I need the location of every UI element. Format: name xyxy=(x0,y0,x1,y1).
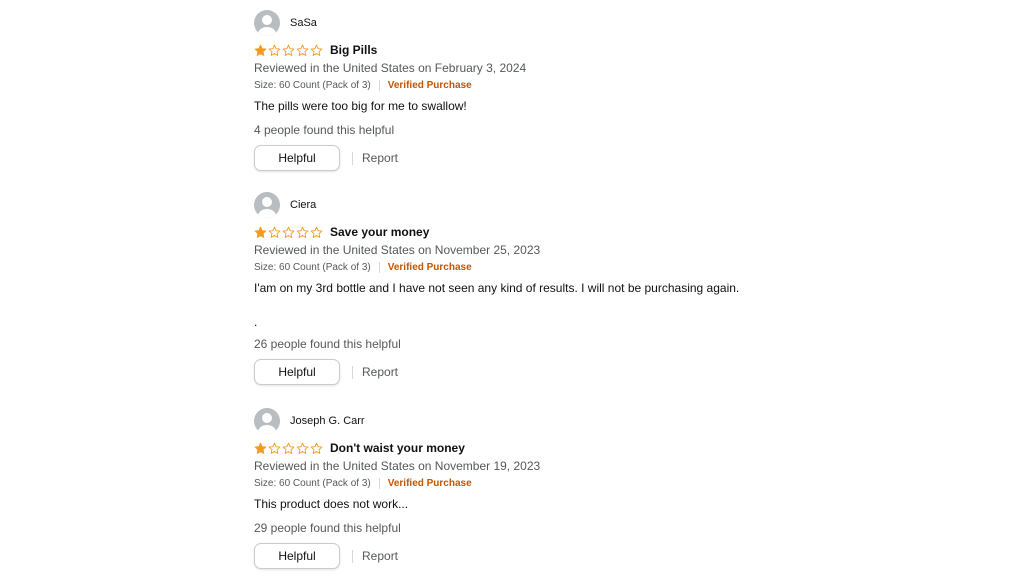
star-empty-icon xyxy=(310,226,323,238)
action-divider xyxy=(352,549,353,563)
star-empty-icon xyxy=(268,442,281,454)
size-variant[interactable]: Size: 60 Count (Pack of 3) xyxy=(254,262,371,273)
helpful-button[interactable]: Helpful xyxy=(254,543,340,569)
star-empty-icon xyxy=(296,442,309,454)
helpful-button[interactable]: Helpful xyxy=(254,359,340,385)
review-body: I'am on my 3rd bottle and I have not see… xyxy=(254,281,740,295)
size-variant[interactable]: Size: 60 Count (Pack of 3) xyxy=(254,80,371,91)
star-empty-icon xyxy=(282,226,295,238)
review-actions: Helpful Report xyxy=(254,359,954,385)
report-link[interactable]: Report xyxy=(362,365,398,379)
review-title-row: Big Pills xyxy=(254,41,954,59)
verified-purchase-badge[interactable]: Verified Purchase xyxy=(388,80,472,91)
review-card: SaSa Big Pills Reviewed in the United St… xyxy=(254,9,954,171)
helpful-button[interactable]: Helpful xyxy=(254,145,340,171)
review-title-row: Save your money xyxy=(254,223,954,241)
reviewer-name[interactable]: SaSa xyxy=(290,17,317,29)
verified-purchase-badge[interactable]: Verified Purchase xyxy=(388,478,472,489)
review-card: Ciera Save your money Reviewed in the Un… xyxy=(254,191,954,385)
action-divider xyxy=(352,365,353,379)
review-card: Joseph G. Carr Don't waist your money Re… xyxy=(254,407,954,569)
review-meta: Size: 60 Count (Pack of 3) Verified Purc… xyxy=(254,259,954,276)
meta-divider xyxy=(378,262,380,273)
review-title[interactable]: Don't waist your money xyxy=(330,441,465,455)
verified-purchase-badge[interactable]: Verified Purchase xyxy=(388,262,472,273)
star-empty-icon xyxy=(282,44,295,56)
report-link[interactable]: Report xyxy=(362,151,398,165)
review-title[interactable]: Save your money xyxy=(330,225,429,239)
size-variant[interactable]: Size: 60 Count (Pack of 3) xyxy=(254,478,371,489)
review-actions: Helpful Report xyxy=(254,145,954,171)
star-empty-icon xyxy=(268,44,281,56)
reviewer-name[interactable]: Joseph G. Carr xyxy=(290,415,365,427)
review-date: Reviewed in the United States on Novembe… xyxy=(254,243,541,257)
star-empty-icon xyxy=(310,442,323,454)
review-actions: Helpful Report xyxy=(254,543,954,569)
reviewer-name[interactable]: Ciera xyxy=(290,199,316,211)
review-date: Reviewed in the United States on Novembe… xyxy=(254,459,541,473)
review-title-row: Don't waist your money xyxy=(254,439,954,457)
meta-divider xyxy=(378,478,380,489)
helpful-count: 29 people found this helpful xyxy=(254,521,401,535)
review-title[interactable]: Big Pills xyxy=(330,43,377,57)
star-empty-icon xyxy=(296,44,309,56)
star-rating[interactable] xyxy=(254,226,324,239)
star-rating[interactable] xyxy=(254,44,324,57)
avatar-icon[interactable] xyxy=(254,10,280,36)
star-empty-icon xyxy=(282,442,295,454)
star-empty-icon xyxy=(268,226,281,238)
meta-divider xyxy=(378,80,380,91)
helpful-count: 26 people found this helpful xyxy=(254,337,401,351)
helpful-count: 4 people found this helpful xyxy=(254,123,395,137)
star-filled-icon xyxy=(254,44,267,56)
review-body: The pills were too big for me to swallow… xyxy=(254,99,467,113)
star-empty-icon xyxy=(310,44,323,56)
star-empty-icon xyxy=(296,226,309,238)
avatar-icon[interactable] xyxy=(254,408,280,434)
star-filled-icon xyxy=(254,442,267,454)
review-date: Reviewed in the United States on Februar… xyxy=(254,61,527,75)
report-link[interactable]: Report xyxy=(362,549,398,563)
action-divider xyxy=(352,151,353,165)
review-body: This product does not work... xyxy=(254,497,409,511)
review-meta: Size: 60 Count (Pack of 3) Verified Purc… xyxy=(254,77,954,94)
reviewer-profile[interactable]: Ciera xyxy=(254,191,954,219)
review-body-extra: . xyxy=(254,315,258,329)
star-filled-icon xyxy=(254,226,267,238)
avatar-icon[interactable] xyxy=(254,192,280,218)
star-rating[interactable] xyxy=(254,442,324,455)
reviewer-profile[interactable]: Joseph G. Carr xyxy=(254,407,954,435)
reviewer-profile[interactable]: SaSa xyxy=(254,9,954,37)
review-meta: Size: 60 Count (Pack of 3) Verified Purc… xyxy=(254,475,954,492)
